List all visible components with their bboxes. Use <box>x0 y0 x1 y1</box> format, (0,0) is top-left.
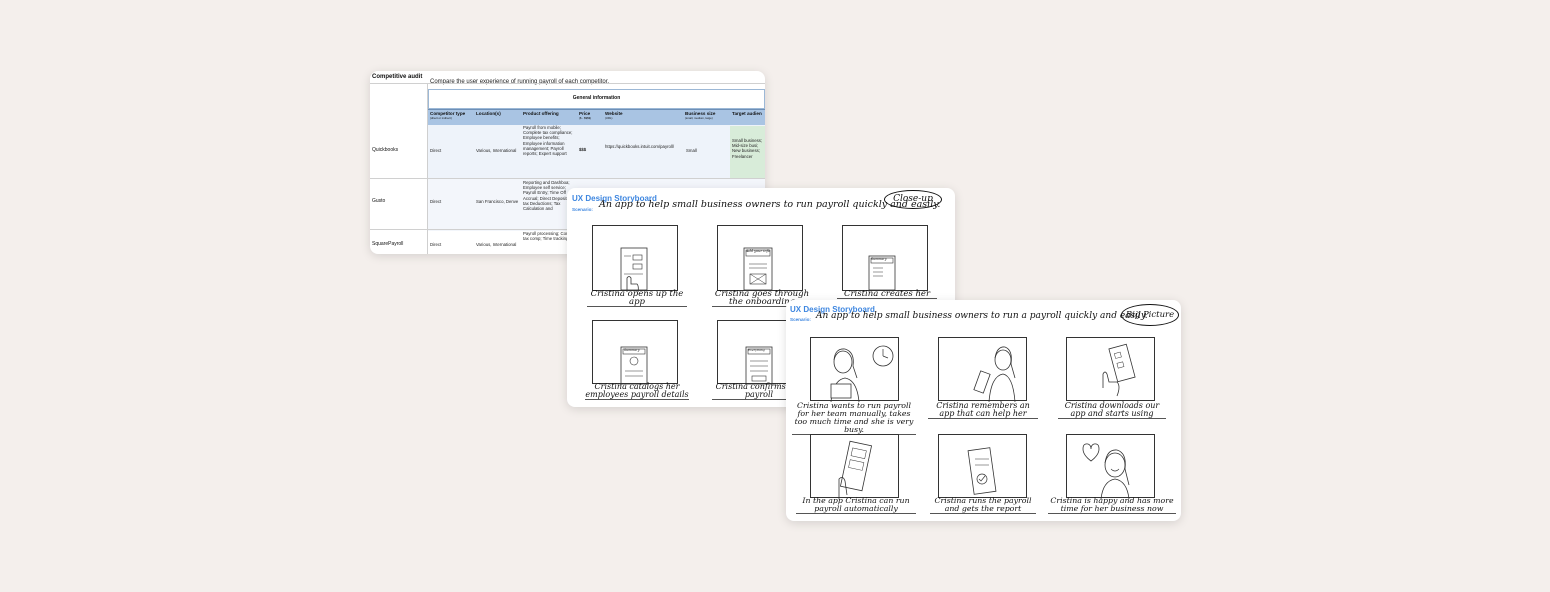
cell-type: Direct <box>430 199 442 204</box>
row-divider <box>370 178 765 179</box>
col-competitor-type: Competitor type (direct or indirect) <box>430 111 466 120</box>
audit-title: Competitive audit <box>372 74 423 80</box>
cell-type: Direct <box>430 148 442 153</box>
happy-woman-heart-sketch <box>1082 443 1130 500</box>
caption: Cristina creates her <box>837 290 937 299</box>
storyboard-frame-2: Add your info <box>717 225 803 291</box>
screen-label: Summary <box>624 348 640 352</box>
caption: Cristina opens up the app <box>587 290 687 307</box>
general-information-header: General information <box>428 89 765 109</box>
column-header-row: Competitor type (direct or indirect) Loca… <box>428 109 765 126</box>
storyboard-frame-4 <box>810 434 899 499</box>
cell-website[interactable]: https://quickbooks.intuit.com/payroll/ <box>605 144 685 149</box>
row-name-squarepayroll: SquarePayroll <box>372 241 404 247</box>
woman-phone-idea-sketch <box>973 346 1016 403</box>
caption: Cristina catalogs her employees payroll … <box>585 382 689 400</box>
divider <box>370 83 765 84</box>
row-name-quickbooks: Quickbooks <box>372 147 399 153</box>
storyboard-frame-3: Summary <box>842 225 928 291</box>
storyboard-frame-5 <box>938 434 1027 498</box>
phone-tap-sketch <box>620 247 648 293</box>
woman-laptop-clock-sketch <box>830 345 894 403</box>
storyboard-frame-4: Summary <box>592 320 678 386</box>
screen-label: Everything <box>748 348 765 352</box>
cell-audience: Small business; Mid-size busi; New busin… <box>732 138 763 159</box>
caption: Cristina runs the payroll and gets the r… <box>930 497 1036 514</box>
scenario-label: Scenario: <box>572 207 593 212</box>
shot-type-label: Close-up <box>884 190 942 209</box>
col-target-audience: Target audien <box>732 111 762 116</box>
hand-phone-payroll-sketch <box>838 440 873 499</box>
col-product-offering: Product offering <box>523 111 559 116</box>
caption: In the app Cristina can run payroll auto… <box>796 497 916 514</box>
storyboard-frame-6 <box>1066 434 1155 500</box>
col-location: Location(s) <box>476 111 501 116</box>
phone-report-check-sketch <box>967 447 997 495</box>
phone-info-sketch <box>743 247 773 291</box>
cell-location: Various, International <box>476 242 517 247</box>
scenario-text: An app to help small business owners to … <box>816 311 1148 321</box>
col-price: Price ($ - $$$$) <box>579 111 592 120</box>
storyboard-frame-2 <box>938 337 1027 403</box>
storyboard-frame-1 <box>592 225 678 293</box>
cell-location: Various, International <box>476 148 517 153</box>
storyboard-big-picture: UX Design Storyboard Scenario: An app to… <box>786 300 1181 521</box>
row-name-gusto: Gusto <box>372 198 386 204</box>
screen-label: Summary <box>871 257 887 261</box>
caption: Cristina downloads our app and starts us… <box>1058 402 1166 419</box>
caption: Cristina is happy and has more time for … <box>1048 497 1176 514</box>
scenario-label: Scenario: <box>790 317 811 322</box>
caption: Cristina remembers an app that can help … <box>928 402 1038 419</box>
cell-price: $$$ <box>579 147 587 152</box>
phone-employee-sketch <box>620 346 648 386</box>
screen-label: Add your info <box>746 249 771 253</box>
col-business-size: Business size (small, medium, large) <box>685 111 716 120</box>
cell-size: Small <box>686 148 697 153</box>
col-website: Website (URL) <box>605 111 623 120</box>
hand-download-app-sketch <box>1102 343 1136 397</box>
storyboard-frame-3 <box>1066 337 1155 401</box>
storyboard-frame-1 <box>810 337 899 403</box>
shot-type-label: Big Picture <box>1121 304 1179 326</box>
cell-location: San Francisco, Denve <box>476 199 519 204</box>
cell-offering: Payroll from mobile; Complete tax compli… <box>523 125 573 157</box>
cell-type: Direct <box>430 242 442 247</box>
caption: Cristina wants to run payroll for her te… <box>792 402 916 435</box>
audit-subtitle: Compare the user experience of running p… <box>430 79 610 85</box>
